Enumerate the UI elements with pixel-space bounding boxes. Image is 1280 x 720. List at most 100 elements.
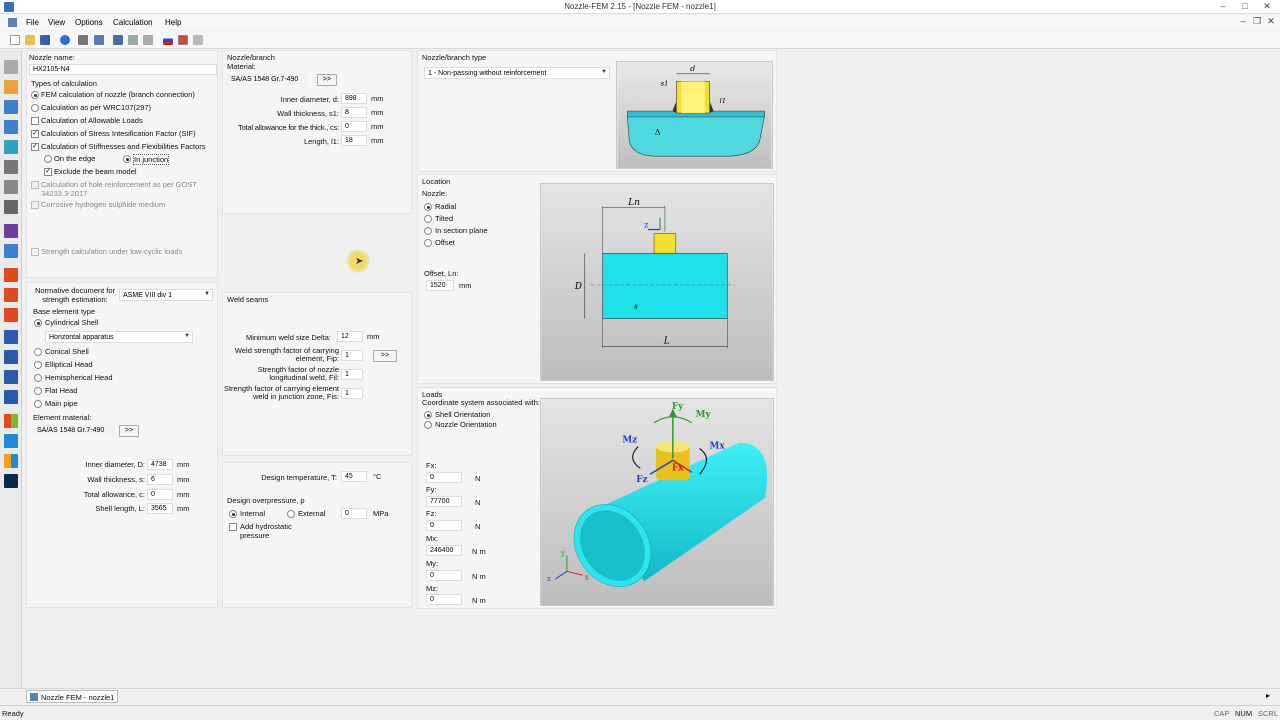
units-icon[interactable] <box>178 35 188 45</box>
fx-input[interactable]: 0 <box>426 472 462 483</box>
fis-input[interactable]: 1 <box>341 388 363 399</box>
menu-calculation[interactable]: Calculation <box>113 18 153 27</box>
fip-input[interactable]: 1 <box>341 350 363 361</box>
maximize-icon[interactable]: □ <box>1240 2 1250 11</box>
low-cyclic-checkbox[interactable] <box>31 248 39 256</box>
branch-length-input[interactable]: 18 <box>341 135 367 146</box>
total-c-input[interactable]: 0 <box>147 489 173 500</box>
sif-checkbox[interactable]: ✓ <box>31 130 39 138</box>
link-icon[interactable] <box>4 244 18 258</box>
on-edge-radio[interactable] <box>44 155 52 163</box>
menu-help[interactable]: Help <box>165 18 181 27</box>
mdi-close-icon[interactable]: ✕ <box>1266 17 1276 26</box>
in-section-radio[interactable] <box>424 227 432 235</box>
mdi-minimize-icon[interactable]: – <box>1238 17 1248 26</box>
minimize-icon[interactable]: – <box>1218 2 1228 11</box>
nozzle-orient-radio[interactable] <box>424 421 432 429</box>
photoshop-icon[interactable] <box>4 474 18 488</box>
menu-view[interactable]: View <box>48 18 65 27</box>
version-2010-icon-2[interactable] <box>4 350 18 364</box>
windows-icon-3[interactable] <box>4 454 18 468</box>
new-icon[interactable] <box>10 35 20 45</box>
version-2010-icon-1[interactable] <box>4 330 18 344</box>
elliptical-radio[interactable] <box>34 361 42 369</box>
hemispherical-radio[interactable] <box>34 374 42 382</box>
orientation-select[interactable]: Horizontal apparatus ▼ <box>45 331 193 343</box>
calc-icon-2[interactable] <box>4 100 18 114</box>
office-icon-3[interactable] <box>4 308 18 322</box>
elem-material-browse-button[interactable]: >> <box>119 425 139 437</box>
branch-wall-input[interactable]: 8 <box>341 107 367 118</box>
shell-orient-radio[interactable] <box>424 411 432 419</box>
tree-icon[interactable] <box>78 35 88 45</box>
temp-input[interactable]: 45 <box>341 471 367 482</box>
version-2010-icon-4[interactable] <box>4 390 18 404</box>
branch-allow-input[interactable]: 0 <box>341 121 367 132</box>
calc-icon-5[interactable] <box>4 160 18 174</box>
cyl-shell-radio[interactable] <box>34 319 42 327</box>
tilted-radio[interactable] <box>424 215 432 223</box>
mdi-restore-icon[interactable]: ❐ <box>1252 17 1262 26</box>
print-icon[interactable] <box>193 35 203 45</box>
settings-icon[interactable] <box>94 35 104 45</box>
office-icon-2[interactable] <box>4 288 18 302</box>
calc-icon-7[interactable] <box>4 200 18 214</box>
export-icon[interactable] <box>143 35 153 45</box>
internal-radio[interactable] <box>229 510 237 518</box>
norm-doc-select[interactable]: ASME VIII div 1 ▼ <box>119 289 213 301</box>
fem-calc-radio[interactable] <box>31 91 39 99</box>
shell-len-input[interactable]: 3565 <box>147 503 173 514</box>
report-icon[interactable] <box>128 35 138 45</box>
nozzle-name-input[interactable]: HX2105-N4 <box>29 64 217 75</box>
min-weld-input[interactable]: 12 <box>337 331 363 342</box>
radial-radio[interactable] <box>424 203 432 211</box>
open-icon[interactable] <box>25 35 35 45</box>
allow-loads-checkbox[interactable] <box>31 117 39 125</box>
scroll-right-icon[interactable]: ▸ <box>1266 691 1270 700</box>
my-input[interactable]: 0 <box>426 570 462 581</box>
gost-checkbox[interactable] <box>31 181 39 189</box>
fil-input[interactable]: 1 <box>341 369 363 380</box>
calc-icon-1[interactable] <box>4 80 18 94</box>
shell-icon[interactable] <box>4 60 18 74</box>
mz-input[interactable]: 0 <box>426 594 462 605</box>
hydro-checkbox[interactable] <box>229 523 237 531</box>
wall-s-input[interactable]: 6 <box>147 474 173 485</box>
in-junction-radio[interactable] <box>123 155 131 163</box>
conical-radio[interactable] <box>34 348 42 356</box>
inner-d-input[interactable]: 4738 <box>147 459 173 470</box>
calc-icon-3[interactable] <box>4 120 18 134</box>
office-icon-1[interactable] <box>4 268 18 282</box>
menu-file[interactable]: File <box>26 18 39 27</box>
windows-icon-2[interactable] <box>4 434 18 448</box>
calc-icon-6[interactable] <box>4 180 18 194</box>
run-icon[interactable] <box>60 35 70 45</box>
table-icon[interactable] <box>113 35 123 45</box>
taskbar-doc-tab[interactable]: Nozzle FEM - nozzle1 <box>26 690 118 703</box>
offset-radio[interactable] <box>424 239 432 247</box>
visual-studio-icon[interactable] <box>4 224 18 238</box>
menu-options[interactable]: Options <box>75 18 103 27</box>
corrosive-checkbox[interactable] <box>31 201 39 209</box>
mx-input[interactable]: 246400 <box>426 545 462 556</box>
close-icon[interactable]: ✕ <box>1262 2 1272 11</box>
branch-material-browse-button[interactable]: >> <box>317 74 337 86</box>
windows-icon-1[interactable] <box>4 414 18 428</box>
save-icon[interactable] <box>40 35 50 45</box>
exclude-beam-checkbox[interactable]: ✓ <box>44 168 52 176</box>
fip-browse-button[interactable]: >> <box>373 350 397 362</box>
pressure-input[interactable]: 0 <box>341 508 367 519</box>
doc-icon[interactable] <box>8 18 17 27</box>
version-2010-icon-3[interactable] <box>4 370 18 384</box>
type-select[interactable]: 1 - Non-passing without reinforcement ▼ <box>424 67 610 79</box>
offset-input[interactable]: 1520 <box>426 280 454 291</box>
flag-icon[interactable] <box>163 35 173 45</box>
flat-radio[interactable] <box>34 387 42 395</box>
branch-inner-d-input[interactable]: 898 <box>341 93 367 104</box>
fz-input[interactable]: 0 <box>426 520 462 531</box>
fy-input[interactable]: 77700 <box>426 496 462 507</box>
calc-icon-4[interactable] <box>4 140 18 154</box>
main-pipe-radio[interactable] <box>34 400 42 408</box>
stiff-checkbox[interactable]: ✓ <box>31 143 39 151</box>
wrc-calc-radio[interactable] <box>31 104 39 112</box>
